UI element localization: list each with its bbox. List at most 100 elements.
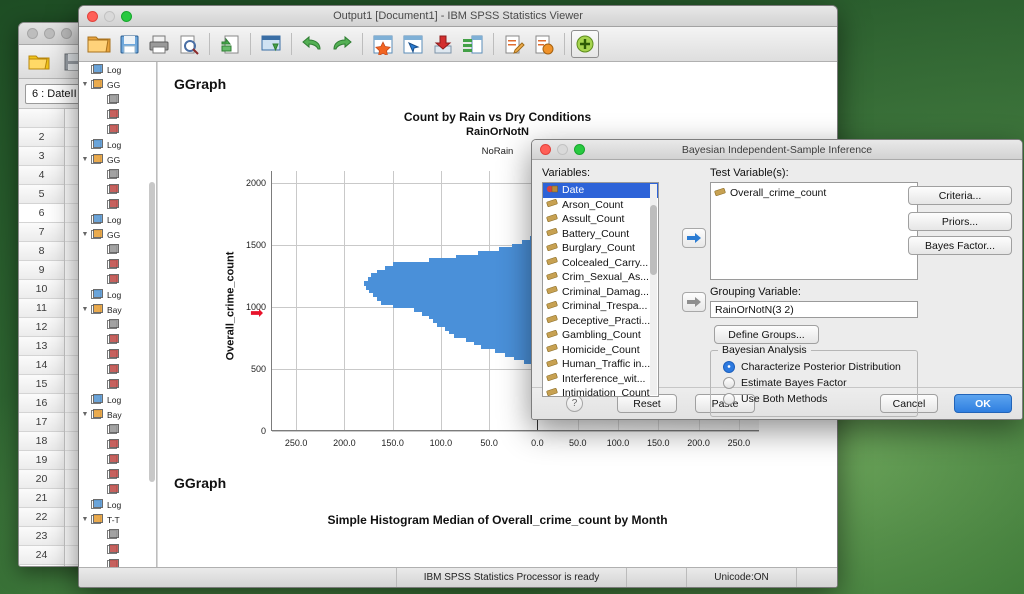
chevron-down-icon[interactable]: ▼ — [79, 411, 91, 418]
move-to-test-variables-button[interactable] — [682, 228, 706, 248]
ok-button[interactable]: OK — [954, 394, 1012, 413]
row-header-8[interactable]: 8 — [19, 242, 64, 261]
outline-item-33[interactable] — [79, 557, 156, 567]
output-outline-pane[interactable]: Log▼GGLog▼GGLog▼GGLog▼BayLog▼BayLog▼T-TL… — [79, 62, 157, 567]
chevron-down-icon[interactable]: ▼ — [79, 231, 91, 238]
outline-item-26[interactable] — [79, 452, 156, 467]
variable-item-5[interactable]: Colcealed_Carry... — [543, 256, 658, 271]
test-variables-listbox[interactable]: Overall_crime_count — [710, 182, 918, 280]
chevron-down-icon[interactable]: ▼ — [79, 81, 91, 88]
row-header-22[interactable]: 22 — [19, 508, 64, 527]
outline-item-4[interactable] — [79, 122, 156, 137]
outline-item-5[interactable]: Log — [79, 137, 156, 152]
variable-item-4[interactable]: Burglary_Count — [543, 241, 658, 256]
outline-item-24[interactable] — [79, 422, 156, 437]
page-pencil-icon[interactable] — [500, 30, 528, 58]
row-header-10[interactable]: 10 — [19, 280, 64, 299]
variables-scrollbar-thumb[interactable] — [650, 205, 657, 275]
undo-arrow-icon[interactable] — [298, 30, 326, 58]
outline-item-0[interactable]: Log — [79, 62, 156, 77]
variable-item-7[interactable]: Criminal_Damag... — [543, 285, 658, 300]
define-groups-button[interactable]: Define Groups... — [714, 325, 819, 344]
radio-button[interactable] — [723, 377, 735, 389]
page-arrow-icon[interactable] — [216, 30, 244, 58]
row-header-13[interactable]: 13 — [19, 337, 64, 356]
minimize-button[interactable] — [44, 28, 55, 39]
green-plus-circle-icon[interactable] — [571, 30, 599, 58]
radio-button[interactable] — [723, 361, 735, 373]
variable-item-14[interactable]: Intimidation_Count — [543, 386, 658, 396]
help-button[interactable]: ? — [566, 395, 583, 412]
outline-item-32[interactable] — [79, 542, 156, 557]
row-header-16[interactable]: 16 — [19, 394, 64, 413]
viewer-titlebar[interactable]: Output1 [Document1] - IBM SPSS Statistic… — [79, 6, 837, 27]
row-header-3[interactable]: 3 — [19, 147, 64, 166]
outline-item-3[interactable] — [79, 107, 156, 122]
outline-item-7[interactable] — [79, 167, 156, 182]
row-header-4[interactable]: 4 — [19, 166, 64, 185]
outline-item-6[interactable]: ▼ GG — [79, 152, 156, 167]
variable-item-9[interactable]: Deceptive_Practi... — [543, 314, 658, 329]
window-down-icon[interactable] — [257, 30, 285, 58]
outline-item-21[interactable] — [79, 377, 156, 392]
minimize-button[interactable] — [104, 10, 115, 22]
outline-item-31[interactable] — [79, 527, 156, 542]
outline-item-16[interactable]: ▼ Bay — [79, 302, 156, 317]
bayesian-inference-dialog[interactable]: Bayesian Independent-Sample Inference Va… — [531, 139, 1023, 420]
printer-icon[interactable] — [145, 30, 173, 58]
floppy-disk-icon[interactable] — [115, 30, 143, 58]
row-header-20[interactable]: 20 — [19, 470, 64, 489]
outline-item-13[interactable] — [79, 257, 156, 272]
variable-item-1[interactable]: Arson_Count — [543, 198, 658, 213]
row-header-2[interactable]: 2 — [19, 128, 64, 147]
row-header-17[interactable]: 17 — [19, 413, 64, 432]
outline-item-30[interactable]: ▼ T-T — [79, 512, 156, 527]
outline-item-8[interactable] — [79, 182, 156, 197]
criteria-button[interactable]: Criteria... — [908, 186, 1012, 205]
page-clock-icon[interactable] — [530, 30, 558, 58]
outline-item-29[interactable]: Log — [79, 497, 156, 512]
row-header-15[interactable]: 15 — [19, 375, 64, 394]
outline-item-11[interactable]: ▼ GG — [79, 227, 156, 242]
table-pointer-icon[interactable] — [399, 30, 427, 58]
row-header-24[interactable]: 24 — [19, 546, 64, 565]
dialog-titlebar[interactable]: Bayesian Independent-Sample Inference — [532, 140, 1022, 160]
variable-item-3[interactable]: Battery_Count — [543, 227, 658, 242]
variables-listbox[interactable]: Date Arson_Count Assult_Count Battery_Count… — [542, 182, 659, 397]
variable-item-6[interactable]: Crim_Sexual_As... — [543, 270, 658, 285]
zoom-button[interactable] — [121, 10, 132, 22]
outline-item-15[interactable]: Log — [79, 287, 156, 302]
analysis-option-2[interactable]: Use Both Methods — [723, 391, 917, 407]
row-header-23[interactable]: 23 — [19, 527, 64, 546]
close-button[interactable] — [87, 10, 98, 22]
priors-button[interactable]: Priors... — [908, 212, 1012, 231]
grouping-variable-field[interactable]: RainOrNotN(3 2) — [710, 301, 918, 318]
outline-item-1[interactable]: ▼ GG — [79, 77, 156, 92]
outline-item-9[interactable] — [79, 197, 156, 212]
variable-item-11[interactable]: Homicide_Count — [543, 343, 658, 358]
viewer-toolbar[interactable] — [79, 27, 837, 62]
table-star-icon[interactable] — [369, 30, 397, 58]
outline-item-23[interactable]: ▼ Bay — [79, 407, 156, 422]
variable-item-13[interactable]: Interference_wit... — [543, 372, 658, 387]
outline-item-25[interactable] — [79, 437, 156, 452]
close-button[interactable] — [27, 28, 38, 39]
outline-item-22[interactable]: Log — [79, 392, 156, 407]
move-to-grouping-variable-button[interactable] — [682, 292, 706, 312]
variable-item-0[interactable]: Date — [543, 183, 658, 198]
outline-item-28[interactable] — [79, 482, 156, 497]
row-header-14[interactable]: 14 — [19, 356, 64, 375]
analysis-option-1[interactable]: Estimate Bayes Factor — [723, 375, 917, 391]
chevron-down-icon[interactable]: ▼ — [79, 516, 91, 523]
outline-scrollbar[interactable] — [149, 182, 155, 482]
open-folder-icon[interactable] — [25, 48, 53, 76]
redo-arrow-icon[interactable] — [328, 30, 356, 58]
test-variable-item-0[interactable]: Overall_crime_count — [711, 186, 917, 201]
outline-item-19[interactable] — [79, 347, 156, 362]
radio-button[interactable] — [723, 393, 735, 405]
outline-item-14[interactable] — [79, 272, 156, 287]
row-header-7[interactable]: 7 — [19, 223, 64, 242]
outline-item-18[interactable] — [79, 332, 156, 347]
magnifier-page-icon[interactable] — [175, 30, 203, 58]
variable-item-8[interactable]: Criminal_Trespa... — [543, 299, 658, 314]
